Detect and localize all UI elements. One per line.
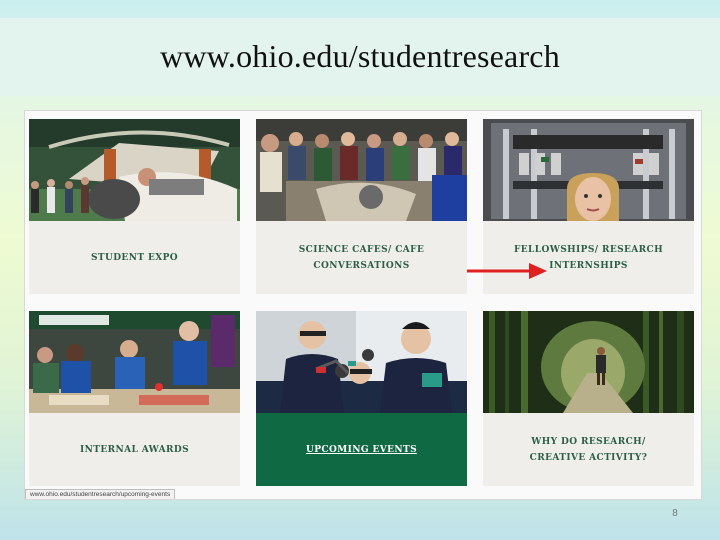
- red-arrow-icon: [467, 263, 547, 279]
- tile-science-cafes[interactable]: SCIENCE CAFES/ CAFE CONVERSATIONS: [256, 119, 467, 294]
- embedded-website-screenshot: STUDENT EXPO SCIENCE CAFES/ CAFE CONVERS…: [24, 110, 702, 500]
- upcoming-events-photo: [256, 311, 467, 413]
- tile-label: WHY DO RESEARCH/ CREATIVE ACTIVITY?: [529, 436, 648, 463]
- tile-why-do-research[interactable]: WHY DO RESEARCH/ CREATIVE ACTIVITY?: [483, 311, 694, 486]
- slide-page-number: 8: [672, 508, 678, 519]
- tile-label: INTERNAL AWARDS: [80, 444, 189, 455]
- fellowships-photo: [483, 119, 694, 221]
- internal-awards-photo: [29, 311, 240, 413]
- tile-label: STUDENT EXPO: [90, 252, 179, 263]
- browser-status-url: www.ohio.edu/studentresearch/upcoming-ev…: [25, 489, 176, 499]
- tile-label: FELLOWSHIPS/ RESEARCH INTERNSHIPS: [514, 244, 663, 271]
- tile-upcoming-events[interactable]: UPCOMING EVENTS: [256, 311, 467, 486]
- science-cafes-photo: [256, 119, 467, 221]
- tile-label: SCIENCE CAFES/ CAFE CONVERSATIONS: [298, 244, 425, 271]
- why-research-photo: [483, 311, 694, 413]
- student-expo-photo: [29, 119, 240, 221]
- tile-internal-awards[interactable]: INTERNAL AWARDS: [29, 311, 240, 486]
- slide-title: www.ohio.edu/studentresearch: [160, 38, 560, 74]
- tile-label: UPCOMING EVENTS: [256, 413, 467, 486]
- tile-student-expo[interactable]: STUDENT EXPO: [29, 119, 240, 294]
